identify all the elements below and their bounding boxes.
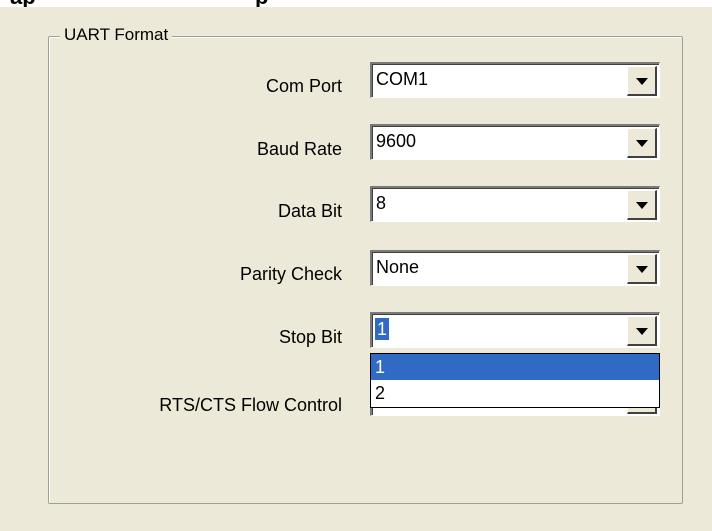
groupbox-title: UART Format [60, 25, 173, 45]
chevron-down-icon [636, 266, 648, 273]
data-bit-value: 8 [376, 193, 387, 213]
stop-bit-combobox[interactable]: 1 [370, 312, 660, 348]
chevron-down-icon [636, 140, 648, 147]
dropdown-option[interactable]: 2 [371, 380, 659, 406]
chevron-down-icon [636, 328, 648, 335]
stop-bit-label: Stop Bit [278, 327, 342, 347]
data-bit-combobox[interactable]: 8 [370, 186, 660, 222]
baud-rate-label: Baud Rate [256, 139, 342, 159]
chevron-down-icon [636, 202, 648, 209]
chevron-down-icon [636, 78, 648, 85]
baud-rate-combobox[interactable]: 9600 [370, 124, 660, 160]
data-bit-dropdown-button[interactable] [627, 190, 657, 220]
data-bit-label: Data Bit [277, 201, 342, 221]
parity-check-dropdown-button[interactable] [627, 254, 657, 284]
com-port-value: COM1 [376, 69, 429, 89]
cropped-heading: app [0, 0, 712, 7]
com-port-combobox[interactable]: COM1 [370, 62, 660, 98]
dropdown-option[interactable]: 1 [371, 354, 659, 380]
parity-check-value: None [376, 257, 420, 277]
stop-bit-value: 1 [375, 318, 390, 340]
com-port-dropdown-button[interactable] [627, 66, 657, 96]
stop-bit-dropdown-button[interactable] [627, 316, 657, 346]
com-port-label: Com Port [265, 76, 342, 96]
uart-format-panel: app UART Format Com Port COM1 Baud Rate … [0, 0, 712, 531]
parity-check-label: Parity Check [239, 264, 342, 284]
baud-rate-dropdown-button[interactable] [627, 128, 657, 158]
parity-check-combobox[interactable]: None [370, 250, 660, 286]
baud-rate-value: 9600 [376, 131, 417, 151]
rts-cts-flow-control-label: RTS/CTS Flow Control [159, 395, 342, 415]
stop-bit-dropdown-list: 1 2 [370, 353, 660, 408]
